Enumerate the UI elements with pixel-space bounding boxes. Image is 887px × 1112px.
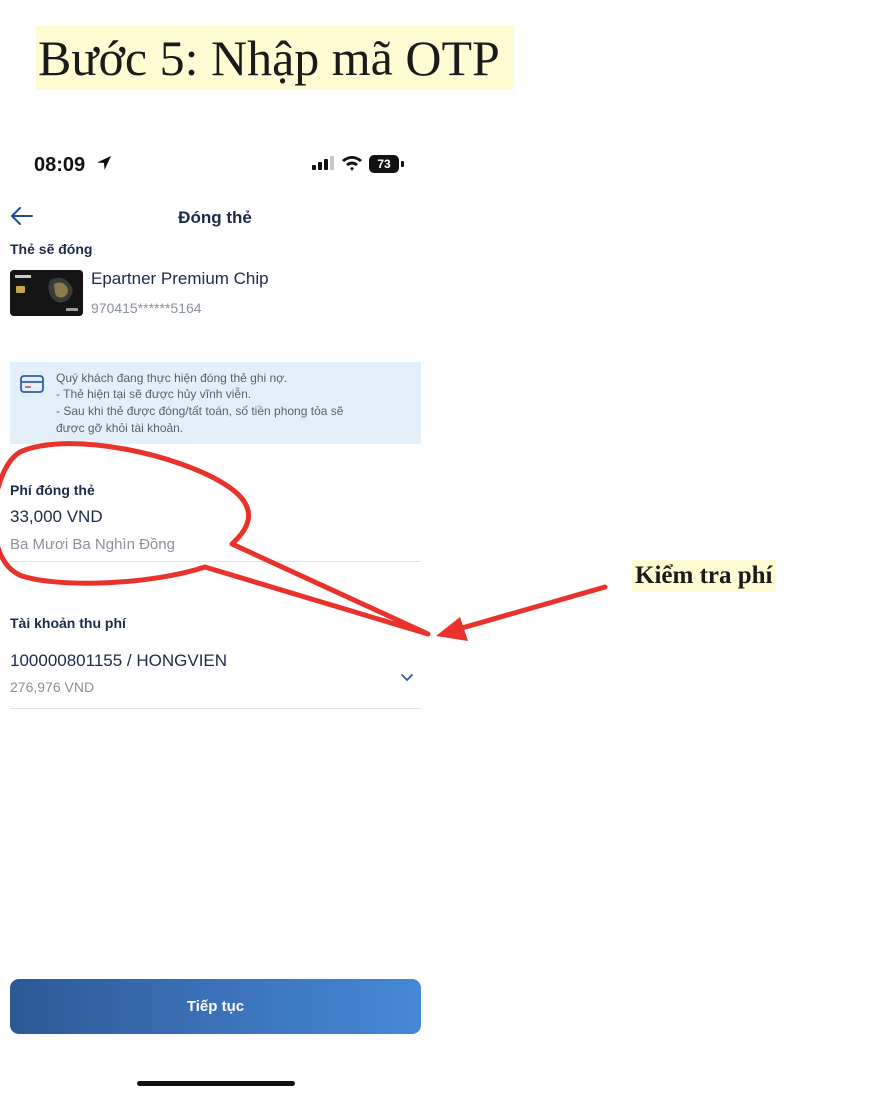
signal-icon (312, 156, 334, 170)
divider (10, 708, 421, 709)
status-bar: 08:09 73 (0, 148, 430, 182)
page-title: Đóng thẻ (178, 208, 252, 227)
annotation-label: Kiểm tra phí (632, 560, 776, 592)
fee-account-select[interactable]: 100000801155 / HONGVIEN (10, 651, 227, 671)
battery-icon: 73 (369, 155, 399, 173)
wifi-icon (342, 156, 362, 171)
arrow-head-icon (436, 617, 468, 641)
account-balance: 276,976 VND (10, 679, 95, 695)
divider (10, 561, 421, 562)
continue-button[interactable]: Tiếp tục (10, 979, 421, 1034)
home-indicator[interactable] (137, 1081, 295, 1086)
notice-line: - Sau khi thẻ được đóng/tất toán, số tiề… (56, 404, 344, 418)
credit-card-icon (20, 375, 44, 393)
fee-label: Phí đóng thẻ (10, 482, 95, 498)
fee-account-label: Tài khoản thu phí (10, 615, 126, 631)
notice-box: Quý khách đang thực hiện đóng thẻ ghi nợ… (10, 362, 421, 444)
step-title: Bước 5: Nhập mã OTP (36, 26, 514, 90)
battery-tip (401, 161, 404, 167)
fee-in-words: Ba Mươi Ba Nghìn Đồng (10, 536, 175, 553)
status-time: 08:09 (34, 154, 86, 176)
card-name: Epartner Premium Chip (91, 269, 269, 288)
location-arrow-icon (97, 156, 111, 170)
notice-line: - Thẻ hiện tại sẽ được hủy vĩnh viễn. (56, 387, 252, 401)
card-art-icon (10, 270, 83, 316)
arrow-shaft (459, 584, 608, 631)
app-header: Đóng thẻ (0, 196, 430, 236)
fee-value: 33,000 VND (10, 507, 103, 526)
notice-line: được gỡ khỏi tài khoản. (56, 421, 184, 435)
card-image (10, 270, 83, 316)
notice-line: Quý khách đang thực hiện đóng thẻ ghi nợ… (56, 371, 288, 385)
card-section-label: Thẻ sẽ đóng (10, 241, 93, 257)
card-number: 970415******5164 (91, 300, 202, 316)
chevron-down-icon[interactable] (400, 673, 414, 683)
